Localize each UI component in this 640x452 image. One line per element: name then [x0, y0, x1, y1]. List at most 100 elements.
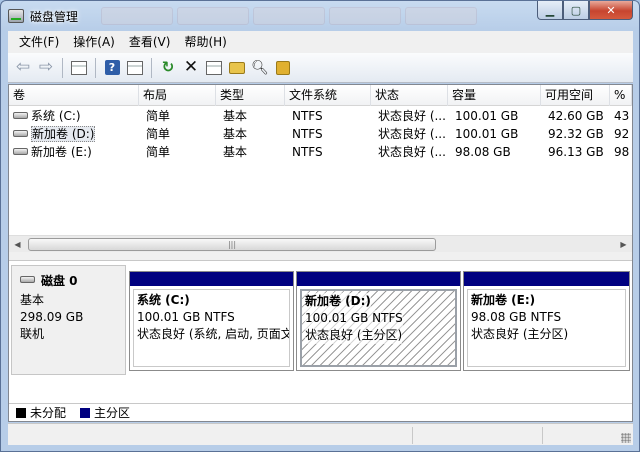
cell-filesystem: NTFS — [292, 145, 323, 159]
cell-layout: 简单 — [146, 145, 171, 159]
volume-list: 卷 布局 类型 文件系统 状态 容量 可用空间 % 系统 (C:) 简单 基本 … — [9, 85, 632, 235]
volume-icon — [13, 130, 28, 137]
properties-pane-icon[interactable] — [124, 57, 146, 79]
column-type[interactable]: 类型 — [216, 85, 285, 106]
legend-primary: 主分区 — [94, 406, 131, 420]
table-row[interactable]: 新加卷 (E:) 简单 基本 NTFS 状态良好 (... 98.08 GB 9… — [9, 143, 632, 161]
disk-graphical-view: 磁盘 0 基本 298.09 GB 联机 系统 (C:) 100.01 GB N… — [9, 261, 632, 403]
help-book-icon[interactable] — [272, 57, 294, 79]
cell-status: 状态良好 (... — [378, 145, 446, 159]
menu-view[interactable]: 查看(V) — [122, 32, 178, 52]
partition-status: 状态良好 (主分区) — [471, 327, 569, 341]
column-volume[interactable]: 卷 — [9, 85, 139, 106]
partition-status: 状态良好 (主分区) — [305, 327, 403, 344]
cell-layout: 简单 — [146, 127, 171, 141]
column-capacity[interactable]: 容量 — [448, 85, 541, 106]
disk-type: 基本 — [20, 293, 45, 307]
partition-c[interactable]: 系统 (C:) 100.01 GB NTFS 状态良好 (系统, 启动, 页面文 — [129, 271, 294, 371]
back-arrow-icon[interactable]: ⇦ — [12, 57, 34, 79]
partition-name: 新加卷 (D:) — [305, 293, 371, 310]
partition-d[interactable]: 新加卷 (D:) 100.01 GB NTFS 状态良好 (主分区) — [296, 271, 461, 371]
disk-management-window: 磁盘管理 ▁ ▢ ✕ 文件(F) 操作(A) 查看(V) 帮助(H) ⇦ ⇨ ?… — [0, 0, 640, 452]
delete-icon[interactable]: ✕ — [180, 57, 202, 79]
minimize-icon: ▁ — [545, 3, 555, 17]
minimize-button[interactable]: ▁ — [537, 1, 563, 20]
show-hide-pane-icon[interactable] — [68, 57, 90, 79]
cell-filesystem: NTFS — [292, 109, 323, 123]
disk-management-icon — [8, 9, 24, 23]
title-bar[interactable]: 磁盘管理 ▁ ▢ ✕ — [1, 1, 639, 31]
partition-size: 100.01 GB NTFS — [137, 310, 235, 324]
partition-size: 100.01 GB NTFS — [305, 310, 403, 327]
explore-icon[interactable]: 🔍︎ — [249, 57, 271, 79]
cell-type: 基本 — [223, 127, 248, 141]
disk-size: 298.09 GB — [20, 310, 84, 324]
cell-percent: 92 — [614, 127, 630, 141]
properties-icon[interactable] — [203, 57, 225, 79]
toolbar-separator — [151, 57, 152, 78]
column-free-space[interactable]: 可用空间 — [541, 85, 610, 106]
cell-free-space: 92.32 GB — [548, 127, 604, 141]
scrollbar-thumb[interactable]: ||| — [28, 238, 436, 251]
menu-bar: 文件(F) 操作(A) 查看(V) 帮助(H) — [8, 31, 633, 53]
resize-grip-icon[interactable] — [621, 433, 631, 443]
disk-0-label[interactable]: 磁盘 0 基本 298.09 GB 联机 — [11, 265, 126, 375]
help-icon[interactable]: ? — [101, 57, 123, 79]
primary-partition-bar — [297, 272, 460, 286]
cell-percent: 43 — [614, 109, 630, 123]
toolbar: ⇦ ⇨ ? ↻ ✕ 🔍︎ — [8, 53, 633, 83]
cell-free-space: 42.60 GB — [548, 109, 604, 123]
primary-partition-bar — [130, 272, 293, 286]
forward-arrow-icon[interactable]: ⇨ — [35, 57, 57, 79]
cell-status: 状态良好 (... — [378, 127, 446, 141]
cell-volume: 新加卷 (D:) — [31, 126, 96, 142]
volume-icon — [13, 148, 28, 155]
status-segment — [412, 427, 542, 444]
menu-file[interactable]: 文件(F) — [12, 32, 66, 52]
column-percent[interactable]: % — [610, 85, 632, 106]
pane-splitter[interactable] — [9, 252, 632, 261]
refresh-icon[interactable]: ↻ — [157, 57, 179, 79]
background-taskbar-ghost — [101, 7, 521, 27]
primary-partition-bar — [464, 272, 629, 286]
maximize-button[interactable]: ▢ — [563, 1, 589, 20]
legend-swatch-unallocated — [16, 407, 26, 418]
column-status[interactable]: 状态 — [371, 85, 448, 106]
cell-capacity: 100.01 GB — [455, 109, 519, 123]
menu-help[interactable]: 帮助(H) — [177, 32, 233, 52]
volume-icon — [13, 112, 28, 119]
table-row[interactable]: 新加卷 (D:) 简单 基本 NTFS 状态良好 (... 100.01 GB … — [9, 125, 632, 143]
cell-filesystem: NTFS — [292, 127, 323, 141]
table-row[interactable]: 系统 (C:) 简单 基本 NTFS 状态良好 (... 100.01 GB 4… — [9, 107, 632, 125]
legend-unallocated: 未分配 — [30, 406, 67, 420]
legend-swatch-primary — [80, 407, 91, 418]
cell-status: 状态良好 (... — [378, 109, 446, 123]
maximize-icon: ▢ — [570, 3, 582, 17]
legend: 未分配 主分区 — [9, 403, 632, 421]
close-icon: ✕ — [606, 3, 616, 17]
horizontal-scrollbar[interactable]: ◀ ||| ▶ — [9, 235, 632, 252]
column-layout[interactable]: 布局 — [139, 85, 216, 106]
scroll-left-icon[interactable]: ◀ — [9, 236, 26, 253]
main-content: 卷 布局 类型 文件系统 状态 容量 可用空间 % 系统 (C:) 简单 基本 … — [8, 84, 633, 422]
partition-size: 98.08 GB NTFS — [471, 310, 562, 324]
cell-volume: 新加卷 (E:) — [31, 145, 92, 159]
disk-icon — [20, 276, 35, 283]
toolbar-separator — [95, 57, 96, 78]
disk-state: 联机 — [20, 327, 45, 341]
open-icon[interactable] — [226, 57, 248, 79]
column-filesystem[interactable]: 文件系统 — [285, 85, 371, 106]
cell-percent: 98 — [614, 145, 630, 159]
toolbar-separator — [62, 57, 63, 78]
volume-list-header: 卷 布局 类型 文件系统 状态 容量 可用空间 % — [9, 85, 632, 106]
scroll-right-icon[interactable]: ▶ — [615, 236, 632, 253]
cell-type: 基本 — [223, 145, 248, 159]
status-bar — [8, 423, 633, 445]
cell-volume: 系统 (C:) — [31, 109, 81, 123]
cell-capacity: 100.01 GB — [455, 127, 519, 141]
status-segment — [542, 427, 633, 444]
partition-name: 系统 (C:) — [137, 293, 190, 307]
partition-e[interactable]: 新加卷 (E:) 98.08 GB NTFS 状态良好 (主分区) — [463, 271, 630, 371]
close-button[interactable]: ✕ — [589, 1, 633, 20]
menu-action[interactable]: 操作(A) — [66, 32, 122, 52]
